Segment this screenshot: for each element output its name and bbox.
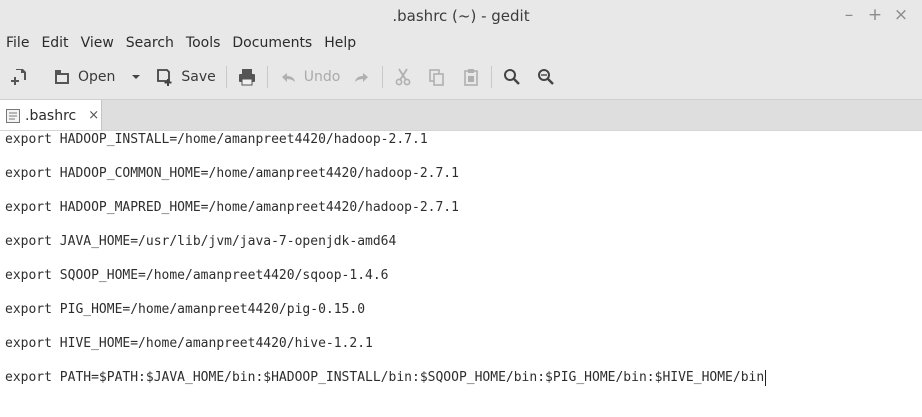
editor-line-text: export PATH=$PATH:$JAVA_HOME/bin:$HADOOP… [5, 370, 765, 385]
open-file-icon [55, 69, 69, 84]
save-icon [157, 68, 172, 86]
open-label: Open [78, 68, 116, 85]
open-button[interactable]: Open [48, 61, 119, 93]
copy-icon [429, 68, 445, 86]
new-document-button[interactable] [6, 61, 34, 93]
redo-icon [355, 72, 369, 82]
print-icon [238, 68, 255, 85]
close-window-button[interactable]: × [890, 4, 912, 26]
new-document-icon [11, 68, 26, 85]
chevron-down-icon [132, 74, 141, 79]
menu-search[interactable]: Search [120, 32, 180, 54]
copy-button[interactable] [423, 61, 451, 93]
toolbar-separator [382, 65, 384, 88]
editor-line: export HADOOP_COMMON_HOME=/home/amanpree… [5, 166, 459, 181]
editor-line: export PIG_HOME=/home/amanpreet4420/pig-… [5, 302, 366, 317]
maximize-button[interactable]: + [864, 4, 886, 26]
find-replace-button[interactable] [532, 61, 560, 93]
find-replace-icon [538, 68, 555, 85]
text-file-icon [6, 108, 20, 123]
toolbar: Open Save Undo [0, 54, 922, 99]
menu-bar: File Edit View Search Tools Documents He… [0, 32, 922, 54]
undo-icon [281, 72, 295, 82]
find-button[interactable] [498, 61, 526, 93]
text-cursor [765, 369, 767, 386]
editor-line: export HIVE_HOME=/home/amanpreet4420/hiv… [5, 336, 373, 351]
menu-edit[interactable]: Edit [35, 32, 74, 54]
menu-tools[interactable]: Tools [180, 32, 227, 54]
cut-icon [395, 68, 411, 85]
editor-line: export HADOOP_MAPRED_HOME=/home/amanpree… [5, 200, 459, 215]
save-button[interactable]: Save [151, 61, 219, 93]
toolbar-separator [225, 65, 227, 88]
editor-line: export JAVA_HOME=/usr/lib/jvm/java-7-ope… [5, 234, 397, 249]
tab-label: .bashrc [25, 107, 77, 124]
minimize-button[interactable]: – [838, 4, 860, 26]
menu-help[interactable]: Help [318, 32, 362, 54]
toolbar-separator [491, 65, 493, 88]
redo-button[interactable] [348, 61, 376, 93]
menu-view[interactable]: View [75, 32, 120, 54]
undo-label: Undo [303, 68, 341, 85]
toolbar-separator [266, 65, 268, 88]
save-label: Save [181, 68, 216, 85]
print-button[interactable] [233, 61, 261, 93]
window-controls: – + × [838, 4, 912, 26]
editor-line: export HADOOP_INSTALL=/home/amanpreet442… [5, 132, 428, 147]
text-editor[interactable]: export HADOOP_INSTALL=/home/amanpreet442… [0, 130, 922, 417]
menu-file[interactable]: File [0, 32, 35, 54]
editor-line-with-cursor: export PATH=$PATH:$JAVA_HOME/bin:$HADOOP… [5, 369, 767, 387]
paste-button[interactable] [457, 61, 485, 93]
editor-line: export SQOOP_HOME=/home/amanpreet4420/sq… [5, 268, 389, 283]
undo-button[interactable]: Undo [274, 61, 345, 93]
window-title: .bashrc (~) - gedit [392, 7, 530, 25]
open-recent-dropdown[interactable] [127, 61, 145, 93]
tab-bar: .bashrc × [0, 99, 922, 131]
title-bar[interactable]: .bashrc (~) - gedit – + × [0, 0, 922, 32]
cut-button[interactable] [389, 61, 417, 93]
paste-icon [464, 68, 479, 86]
tab-bashrc[interactable]: .bashrc × [0, 100, 102, 131]
menu-documents[interactable]: Documents [226, 32, 318, 54]
close-tab-button[interactable]: × [88, 108, 99, 123]
search-icon [504, 68, 521, 85]
